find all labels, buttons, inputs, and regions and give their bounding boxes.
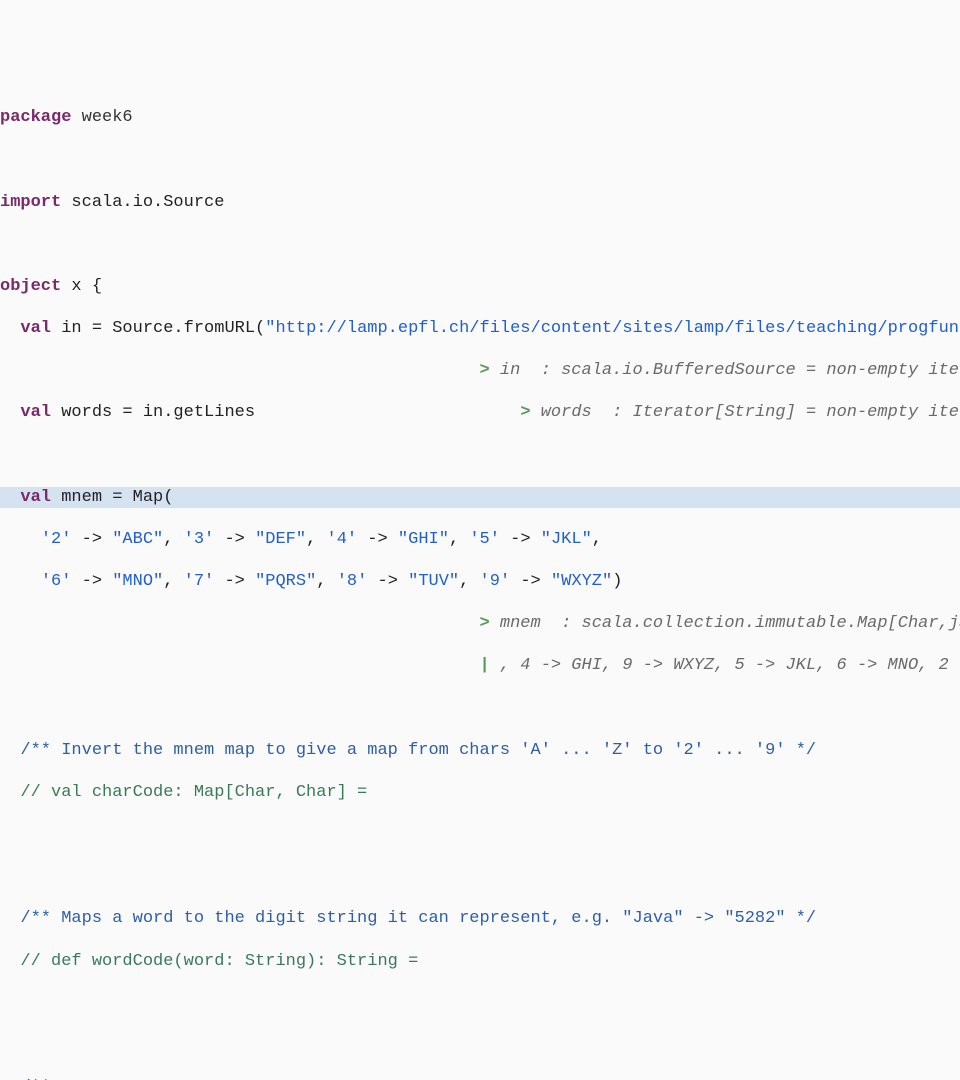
code-line[interactable]: // def wordCode(word: String): String = xyxy=(0,951,960,972)
keyword-import: import xyxy=(0,193,61,212)
code-line[interactable]: // val charCode: Map[Char, Char] = xyxy=(0,782,960,803)
string-literal: "TUV" xyxy=(408,572,459,591)
repl-result: words : Iterator[String] = non-empty ite… xyxy=(531,403,960,422)
code-line[interactable]: val words = in.getLines > words : Iterat… xyxy=(0,402,960,423)
indent xyxy=(0,909,20,928)
blank-line[interactable] xyxy=(0,445,960,466)
indent xyxy=(0,403,20,422)
current-line[interactable]: val mnem = Map( xyxy=(0,487,960,508)
import-path: scala.io.Source xyxy=(61,193,224,212)
char-literal: '6' xyxy=(41,572,72,591)
repl-arrow-icon: > xyxy=(479,614,489,633)
indent xyxy=(0,572,41,591)
blank-line[interactable] xyxy=(0,698,960,719)
indent xyxy=(0,361,479,380)
repl-output-line[interactable]: | , 4 -> GHI, 9 -> WXYZ, 5 -> JKL, 6 -> … xyxy=(0,655,960,676)
indent xyxy=(0,1078,20,1080)
indent xyxy=(0,488,20,507)
indent xyxy=(0,530,41,549)
indent xyxy=(0,614,479,633)
code-line[interactable]: object x { xyxy=(0,276,960,297)
code-line[interactable]: package week6 xyxy=(0,107,960,128)
char-literal: '5' xyxy=(469,530,500,549)
code-line[interactable]: '2' -> "ABC", '3' -> "DEF", '4' -> "GHI"… xyxy=(0,529,960,550)
package-name: week6 xyxy=(71,108,132,127)
keyword-val: val xyxy=(20,403,51,422)
indent xyxy=(0,319,20,338)
string-literal: "JKL" xyxy=(541,530,592,549)
keyword-object: object xyxy=(0,277,61,296)
blank-line[interactable] xyxy=(0,824,960,845)
char-literal: '8' xyxy=(337,572,368,591)
line-comment: // val charCode: Map[Char, Char] = xyxy=(20,783,367,802)
repl-result: mnem : scala.collection.immutable.Map[Ch… xyxy=(490,614,960,633)
code-line[interactable]: /** xyxy=(0,1077,960,1080)
code-line[interactable]: '6' -> "MNO", '7' -> "PQRS", '8' -> "TUV… xyxy=(0,571,960,592)
spacer xyxy=(255,403,520,422)
doc-comment: /** Invert the mnem map to give a map fr… xyxy=(20,741,816,760)
doc-comment: /** xyxy=(20,1078,51,1080)
keyword-package: package xyxy=(0,108,71,127)
blank-line[interactable] xyxy=(0,150,960,171)
char-literal: '4' xyxy=(327,530,358,549)
val-assign: mnem = Map( xyxy=(51,488,173,507)
line-comment: // def wordCode(word: String): String = xyxy=(20,952,418,971)
object-decl: x { xyxy=(61,277,102,296)
repl-result: in : scala.io.BufferedSource = non-empty… xyxy=(490,361,960,380)
char-literal: '2' xyxy=(41,530,72,549)
indent xyxy=(0,783,20,802)
char-literal: '9' xyxy=(480,572,511,591)
blank-line[interactable] xyxy=(0,1035,960,1056)
code-line[interactable]: /** Invert the mnem map to give a map fr… xyxy=(0,740,960,761)
repl-continuation-icon: | xyxy=(479,656,489,675)
string-literal: "MNO" xyxy=(112,572,163,591)
string-literal: "DEF" xyxy=(255,530,306,549)
string-literal: "PQRS" xyxy=(255,572,316,591)
repl-arrow-icon: > xyxy=(479,361,489,380)
indent xyxy=(0,741,20,760)
string-literal: "WXYZ" xyxy=(551,572,612,591)
keyword-val: val xyxy=(20,319,51,338)
code-line[interactable]: import scala.io.Source xyxy=(0,192,960,213)
string-literal: "ABC" xyxy=(112,530,163,549)
code-editor[interactable]: package week6 import scala.io.Source obj… xyxy=(0,84,960,1080)
val-assign: words = in.getLines xyxy=(51,403,255,422)
repl-output-line[interactable]: > in : scala.io.BufferedSource = non-emp… xyxy=(0,360,960,381)
string-literal: "http://lamp.epfl.ch/files/content/sites… xyxy=(265,319,960,338)
code-line[interactable]: /** Maps a word to the digit string it c… xyxy=(0,908,960,929)
indent xyxy=(0,952,20,971)
val-assign: in = Source.fromURL( xyxy=(51,319,265,338)
char-literal: '7' xyxy=(184,572,215,591)
blank-line[interactable] xyxy=(0,993,960,1014)
code-line[interactable]: val in = Source.fromURL("http://lamp.epf… xyxy=(0,318,960,339)
string-literal: "GHI" xyxy=(398,530,449,549)
repl-output-line[interactable]: > mnem : scala.collection.immutable.Map[… xyxy=(0,613,960,634)
blank-line[interactable] xyxy=(0,866,960,887)
doc-comment: /** Maps a word to the digit string it c… xyxy=(20,909,816,928)
char-literal: '3' xyxy=(184,530,215,549)
repl-arrow-icon: > xyxy=(520,403,530,422)
blank-line[interactable] xyxy=(0,234,960,255)
keyword-val: val xyxy=(20,488,51,507)
indent xyxy=(0,656,479,675)
repl-result: , 4 -> GHI, 9 -> WXYZ, 5 -> JKL, 6 -> MN… xyxy=(490,656,960,675)
